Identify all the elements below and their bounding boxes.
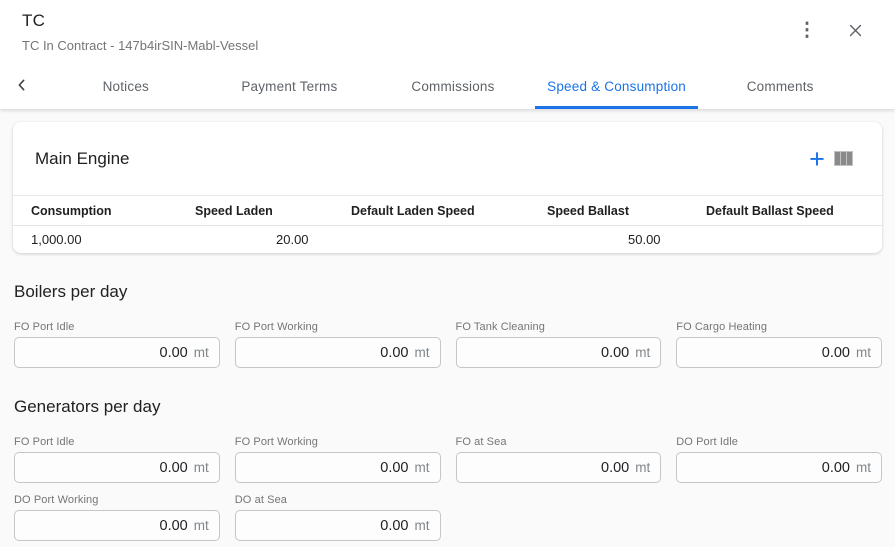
tab-bar: Notices Payment Terms Commissions Speed …: [0, 63, 895, 109]
field-label: FO at Sea: [456, 436, 662, 448]
field-unit: mt: [194, 460, 209, 475]
plus-icon: +: [809, 148, 825, 170]
field-boilers-fo-port-working: FO Port Working 0.00 mt: [235, 321, 441, 368]
generators-do-at-sea-input[interactable]: 0.00 mt: [235, 510, 441, 541]
header-actions: ⋮: [793, 16, 869, 44]
field-generators-fo-port-working: FO Port Working 0.00 mt: [235, 436, 441, 483]
cell-speed-laden[interactable]: 20.00: [195, 232, 351, 247]
page-title: TC: [22, 11, 873, 31]
tab-scroll-left-button[interactable]: [0, 63, 44, 109]
close-icon: [847, 22, 864, 39]
boilers-fo-cargo-heating-input[interactable]: 0.00 mt: [676, 337, 882, 368]
cell-speed-ballast[interactable]: 50.00: [547, 232, 706, 247]
boilers-section-title: Boilers per day: [14, 282, 881, 302]
field-label: FO Port Idle: [14, 436, 220, 448]
field-value: 0.00: [380, 518, 408, 534]
boilers-fo-port-working-input[interactable]: 0.00 mt: [235, 337, 441, 368]
field-unit: mt: [856, 460, 871, 475]
field-label: FO Port Working: [235, 436, 441, 448]
boilers-fields: FO Port Idle 0.00 mt FO Port Working 0.0…: [14, 321, 882, 368]
dialog-header: TC TC In Contract - 147b4irSIN-Mabl-Vess…: [0, 0, 895, 63]
tab-speed-and-consumption[interactable]: Speed & Consumption: [535, 63, 699, 109]
generators-fields: FO Port Idle 0.00 mt FO Port Working 0.0…: [14, 436, 882, 541]
field-generators-fo-at-sea: FO at Sea 0.00 mt: [456, 436, 662, 483]
field-generators-do-at-sea: DO at Sea 0.00 mt: [235, 494, 441, 541]
field-label: FO Port Working: [235, 321, 441, 333]
field-unit: mt: [194, 518, 209, 533]
column-header-speed-ballast: Speed Ballast: [547, 204, 706, 218]
tab-content: Main Engine + Consumption Speed Laden De…: [0, 109, 895, 541]
tab-payment-terms[interactable]: Payment Terms: [208, 63, 372, 109]
field-unit: mt: [194, 345, 209, 360]
field-value: 0.00: [822, 460, 850, 476]
generators-do-port-working-input[interactable]: 0.00 mt: [14, 510, 220, 541]
main-engine-table-row: 1,000.00 20.00 50.00: [13, 225, 882, 253]
field-value: 0.00: [380, 460, 408, 476]
field-unit: mt: [415, 460, 430, 475]
column-header-speed-laden: Speed Laden: [195, 204, 351, 218]
tabs-list: Notices Payment Terms Commissions Speed …: [44, 63, 862, 109]
field-label: DO Port Working: [14, 494, 220, 506]
field-label: FO Tank Cleaning: [456, 321, 662, 333]
page-subtitle: TC In Contract - 147b4irSIN-Mabl-Vessel: [22, 38, 873, 53]
close-button[interactable]: [841, 16, 869, 44]
field-value: 0.00: [160, 345, 188, 361]
field-generators-do-port-working: DO Port Working 0.00 mt: [14, 494, 220, 541]
main-engine-title: Main Engine: [35, 149, 130, 169]
kebab-menu-button[interactable]: ⋮: [793, 16, 821, 44]
main-engine-card-header: Main Engine +: [13, 122, 882, 195]
field-label: FO Cargo Heating: [676, 321, 882, 333]
field-value: 0.00: [601, 345, 629, 361]
column-header-default-laden-speed: Default Laden Speed: [351, 204, 547, 218]
tab-notices[interactable]: Notices: [44, 63, 208, 109]
kebab-menu-icon: ⋮: [798, 21, 817, 40]
field-label: DO at Sea: [235, 494, 441, 506]
add-row-button[interactable]: +: [804, 146, 830, 172]
field-generators-do-port-idle: DO Port Idle 0.00 mt: [676, 436, 882, 483]
tab-commissions[interactable]: Commissions: [371, 63, 535, 109]
field-value: 0.00: [822, 345, 850, 361]
field-unit: mt: [635, 345, 650, 360]
generators-fo-port-working-input[interactable]: 0.00 mt: [235, 452, 441, 483]
chevron-left-icon: [14, 77, 30, 96]
cell-consumption[interactable]: 1,000.00: [31, 232, 195, 247]
field-boilers-fo-tank-cleaning: FO Tank Cleaning 0.00 mt: [456, 321, 662, 368]
field-boilers-fo-port-idle: FO Port Idle 0.00 mt: [14, 321, 220, 368]
column-settings-button[interactable]: [830, 146, 856, 172]
field-value: 0.00: [601, 460, 629, 476]
generators-section-title: Generators per day: [14, 397, 881, 417]
field-label: FO Port Idle: [14, 321, 220, 333]
field-value: 0.00: [160, 460, 188, 476]
generators-fo-at-sea-input[interactable]: 0.00 mt: [456, 452, 662, 483]
view-columns-icon: [834, 151, 853, 166]
field-generators-fo-port-idle: FO Port Idle 0.00 mt: [14, 436, 220, 483]
field-value: 0.00: [380, 345, 408, 361]
field-unit: mt: [415, 345, 430, 360]
column-header-consumption: Consumption: [31, 204, 195, 218]
boilers-fo-tank-cleaning-input[interactable]: 0.00 mt: [456, 337, 662, 368]
boilers-fo-port-idle-input[interactable]: 0.00 mt: [14, 337, 220, 368]
field-unit: mt: [856, 345, 871, 360]
column-header-default-ballast-speed: Default Ballast Speed: [706, 204, 864, 218]
field-unit: mt: [635, 460, 650, 475]
field-value: 0.00: [160, 518, 188, 534]
tab-comments[interactable]: Comments: [698, 63, 862, 109]
field-unit: mt: [415, 518, 430, 533]
generators-do-port-idle-input[interactable]: 0.00 mt: [676, 452, 882, 483]
main-engine-card: Main Engine + Consumption Speed Laden De…: [13, 122, 882, 253]
generators-fo-port-idle-input[interactable]: 0.00 mt: [14, 452, 220, 483]
field-boilers-fo-cargo-heating: FO Cargo Heating 0.00 mt: [676, 321, 882, 368]
main-engine-table-header: Consumption Speed Laden Default Laden Sp…: [13, 195, 882, 225]
field-label: DO Port Idle: [676, 436, 882, 448]
